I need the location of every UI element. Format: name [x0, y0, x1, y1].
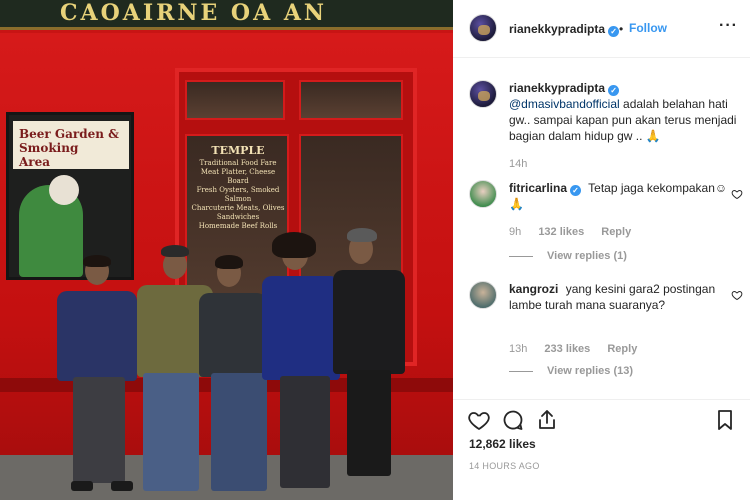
menu-line: Sandwiches [216, 213, 260, 221]
menu-line: Traditional Food Fare [199, 159, 277, 167]
menu-title: TEMPLE [211, 144, 265, 157]
replies-line [509, 255, 533, 257]
comment-username[interactable]: kangrozi [509, 282, 558, 296]
comment-likes[interactable]: 132 likes [538, 226, 584, 238]
commenter-avatar[interactable] [469, 180, 497, 208]
mention-link[interactable]: @dmasivbandofficial [509, 97, 620, 111]
window-pane [185, 80, 285, 120]
separator-dot: • [619, 22, 624, 36]
menu-line: Fresh Oysters, Smoked Salmon [196, 186, 280, 203]
post-details-panel: rianekkypradipta ✓ • Follow ··· rianekkyp… [453, 0, 750, 500]
post-actions: 12,862 likes 14 HOURS AGO [453, 399, 750, 500]
like-comment-heart-icon[interactable] [731, 188, 743, 200]
verified-badge-icon: ✓ [570, 185, 582, 196]
author-avatar[interactable] [469, 14, 497, 42]
pub-sign: CAOAIRNE OA AN [0, 0, 453, 30]
reply-button[interactable]: Reply [601, 226, 631, 238]
comment-time[interactable]: 9h [509, 226, 521, 238]
view-replies-button[interactable]: View replies (13) [509, 365, 633, 377]
verified-badge-icon: ✓ [608, 85, 620, 96]
author-username-text[interactable]: rianekkypradipta [509, 22, 605, 36]
like-count[interactable]: 12,862 likes [469, 437, 536, 451]
comment-meta: 9h 132 likes Reply [509, 226, 645, 238]
caption-body: rianekkypradipta ✓ @dmasivbandofficial ad… [509, 80, 737, 144]
replies-line [509, 370, 533, 372]
post-photo[interactable]: CAOAIRNE OA AN TEMPLE Traditional Food F… [0, 0, 453, 500]
caption-username-text[interactable]: rianekkypradipta [509, 81, 605, 95]
more-options-icon[interactable]: ··· [719, 17, 738, 35]
view-replies-label[interactable]: View replies (13) [547, 365, 633, 377]
follow-button[interactable]: Follow [629, 21, 667, 35]
caption-username[interactable]: rianekkypradipta ✓ [509, 81, 620, 96]
window-pane [299, 80, 403, 120]
comment-item: kangrozi yang kesini gara2 postingan lam… [469, 281, 743, 391]
comments-list: rianekkypradipta ✓ @dmasivbandofficial ad… [453, 59, 750, 399]
comment-likes[interactable]: 233 likes [544, 343, 590, 355]
comment-body: kangrozi yang kesini gara2 postingan lam… [509, 281, 737, 313]
verified-badge-icon: ✓ [608, 26, 620, 37]
reply-button[interactable]: Reply [607, 343, 637, 355]
poster-text: Beer Garden & Smoking Area [19, 127, 120, 169]
caption-meta: 14h [509, 158, 541, 170]
share-icon[interactable] [535, 408, 559, 432]
comment-username[interactable]: fitricarlina ✓ [509, 181, 582, 196]
menu-line: Charcuterie Meats, Olives [191, 204, 285, 212]
comment-time[interactable]: 13h [509, 343, 527, 355]
comment-icon[interactable] [501, 408, 525, 432]
post-timestamp[interactable]: 14 HOURS AGO [469, 461, 540, 471]
poster-banner: Beer Garden & Smoking Area [13, 121, 129, 169]
like-comment-heart-icon[interactable] [731, 289, 743, 301]
author-username[interactable]: rianekkypradipta ✓ [509, 22, 620, 37]
heart-icon[interactable] [467, 408, 491, 432]
view-replies-label[interactable]: View replies (1) [547, 250, 627, 262]
comment-meta: 13h 233 likes Reply [509, 343, 651, 355]
view-replies-button[interactable]: View replies (1) [509, 250, 627, 262]
menu-line: Homemade Beef Rolls [198, 222, 278, 230]
poster-figure-head [49, 175, 79, 205]
comment-body: fitricarlina ✓ Tetap jaga kekompakan☺ 🙏 [509, 180, 737, 212]
comment-item: fitricarlina ✓ Tetap jaga kekompakan☺ 🙏 9… [469, 180, 743, 280]
commenter-avatar[interactable] [469, 281, 497, 309]
caption-time[interactable]: 14h [509, 158, 527, 170]
comment-username-text[interactable]: fitricarlina [509, 181, 567, 195]
caption-avatar[interactable] [469, 80, 497, 108]
caption-item: rianekkypradipta ✓ @dmasivbandofficial ad… [469, 80, 739, 176]
pub-sign-text: CAOAIRNE OA AN [60, 0, 327, 26]
bookmark-icon[interactable] [713, 408, 737, 432]
beer-garden-poster: Beer Garden & Smoking Area [6, 112, 134, 280]
menu-line: Meat Platter, Cheese Board [200, 168, 276, 185]
post-header: rianekkypradipta ✓ • Follow ··· [453, 0, 750, 58]
menu-board: TEMPLE Traditional Food Fare Meat Platte… [190, 144, 286, 250]
